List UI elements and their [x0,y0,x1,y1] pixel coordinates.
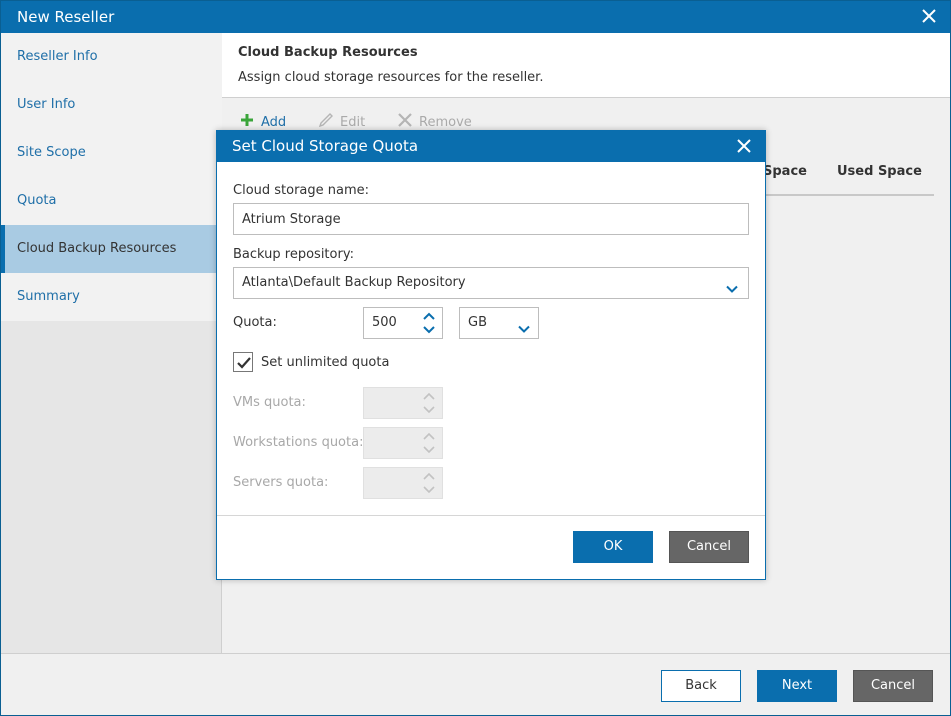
stepper-arrows-icon [422,390,436,416]
vms-quota-label: VMs quota: [233,395,306,410]
chevron-down-icon [518,317,530,333]
pencil-icon [318,112,334,132]
ok-button[interactable]: OK [573,531,653,563]
servers-quota-stepper[interactable] [363,467,443,499]
wizard-sidebar: Reseller Info User Info Site Scope Quota… [1,33,222,653]
quota-stepper[interactable]: 500 [363,307,443,339]
storage-name-input[interactable] [233,203,749,235]
sidebar-item-reseller-info[interactable]: Reseller Info [1,33,221,81]
dialog-cancel-button[interactable]: Cancel [669,531,749,563]
chevron-down-icon [726,277,738,293]
unlimited-quota-label: Set unlimited quota [261,355,390,370]
servers-quota-label: Servers quota: [233,475,329,490]
column-header-space[interactable]: Space [763,164,807,179]
repository-value: Atlanta\Default Backup Repository [242,275,466,290]
stepper-arrows-icon [422,470,436,496]
repository-select[interactable]: Atlanta\Default Backup Repository [233,267,749,299]
quota-unit-select[interactable]: GB [459,307,539,339]
wizard-steps: Reseller Info User Info Site Scope Quota… [1,33,222,321]
plus-icon [239,112,255,132]
remove-button[interactable]: Remove [397,112,472,132]
title-bar: New Reseller [1,1,950,33]
quota-unit-value: GB [468,315,487,330]
sidebar-item-user-info[interactable]: User Info [1,81,221,129]
sidebar-item-summary[interactable]: Summary [1,273,221,321]
workstations-quota-label: Workstations quota: [233,435,364,450]
unlimited-quota-checkbox[interactable] [233,352,253,372]
storage-name-label: Cloud storage name: [233,183,370,198]
edit-label: Edit [340,114,366,130]
column-header-used-space[interactable]: Used Space [837,164,922,179]
content-header: Cloud Backup Resources Assign cloud stor… [222,33,950,98]
sidebar-item-quota[interactable]: Quota [1,177,221,225]
wizard-footer: Back Next Cancel [1,653,950,715]
sidebar-item-cloud-backup-resources[interactable]: Cloud Backup Resources [1,225,221,273]
remove-x-icon [397,112,413,132]
cancel-button[interactable]: Cancel [853,670,933,702]
remove-label: Remove [419,114,472,130]
dialog-title-bar: Set Cloud Storage Quota [217,131,765,162]
repository-label: Backup repository: [233,247,354,262]
dialog-close-icon[interactable] [736,138,752,154]
dialog-title: Set Cloud Storage Quota [232,137,419,155]
sidebar-item-site-scope[interactable]: Site Scope [1,129,221,177]
window-title: New Reseller [17,8,115,26]
quota-value: 500 [372,315,397,330]
quota-label: Quota: [233,315,277,330]
next-button[interactable]: Next [757,670,837,702]
dialog-divider [217,515,765,516]
page-title: Cloud Backup Resources [238,45,418,60]
page-subtitle: Assign cloud storage resources for the r… [238,70,544,85]
edit-button[interactable]: Edit [318,112,365,132]
add-button[interactable]: Add [239,112,286,132]
workstations-quota-stepper[interactable] [363,427,443,459]
add-label: Add [261,114,287,130]
set-cloud-storage-quota-dialog: Set Cloud Storage Quota Cloud storage na… [216,130,766,580]
stepper-arrows-icon [422,430,436,456]
back-button[interactable]: Back [661,670,741,702]
vms-quota-stepper[interactable] [363,387,443,419]
checkmark-icon [237,357,251,369]
stepper-arrows-icon[interactable] [422,310,436,336]
close-icon[interactable] [920,7,938,25]
